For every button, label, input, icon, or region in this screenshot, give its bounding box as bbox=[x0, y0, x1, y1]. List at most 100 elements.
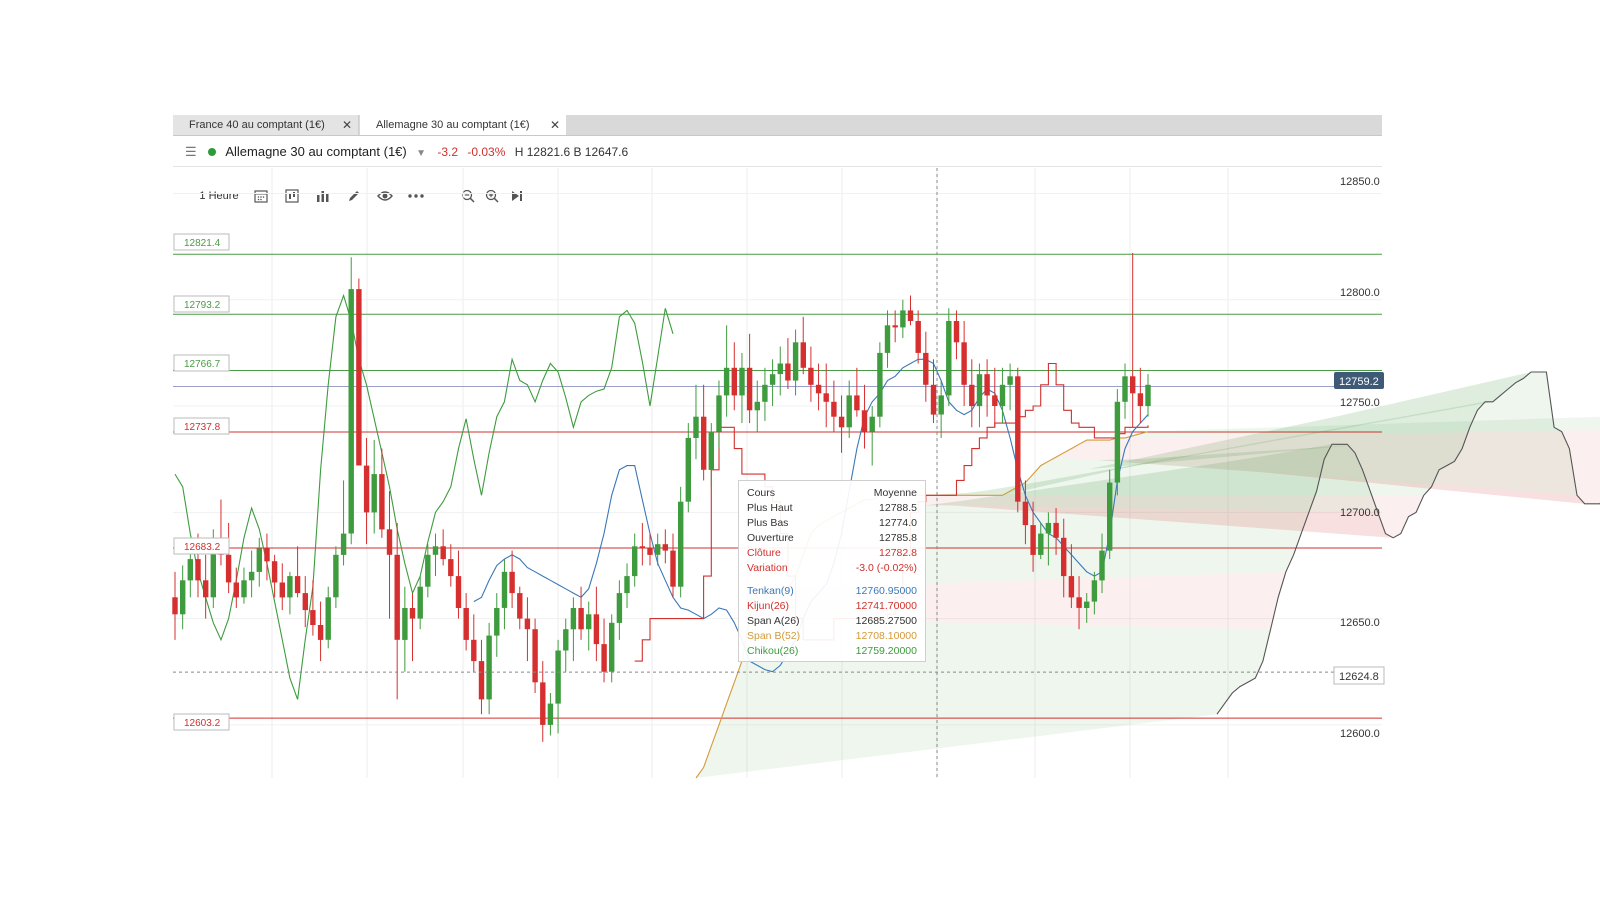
candle-up bbox=[693, 416, 699, 438]
candle-up bbox=[1099, 550, 1105, 581]
current-price-label: 12759.2 bbox=[1339, 376, 1379, 388]
price-chart[interactable]: 12850.0 12800.0 12750.0 12700.0 12650.0 … bbox=[0, 0, 1600, 900]
candle-down bbox=[1076, 597, 1082, 608]
candle-down bbox=[854, 395, 860, 411]
candle-down bbox=[448, 559, 454, 577]
candle-down bbox=[317, 625, 324, 640]
candle-down bbox=[701, 416, 707, 470]
candle-down bbox=[455, 576, 462, 608]
candle-down bbox=[409, 608, 416, 619]
candle-up bbox=[999, 384, 1006, 407]
candle-up bbox=[716, 395, 722, 432]
level-value: 12683.2 bbox=[184, 542, 221, 553]
candle-up bbox=[1091, 580, 1098, 602]
candle-up bbox=[1038, 533, 1044, 555]
candle-up bbox=[777, 363, 783, 375]
chart-application: France 40 au comptant (1€) ✕ Allemagne 3… bbox=[0, 0, 1600, 900]
price-tick: 12850.0 bbox=[1340, 176, 1380, 188]
price-tick: 12750.0 bbox=[1340, 397, 1380, 409]
tooltip-indicator: Span A(26) 12685.27500 bbox=[747, 614, 917, 629]
candle-down bbox=[953, 321, 960, 343]
candle-down bbox=[271, 561, 278, 583]
candle-up bbox=[976, 374, 983, 407]
candle-up bbox=[946, 321, 952, 396]
level-labels: 12821.4 12793.2 12766.7 12737.8 12683.2 … bbox=[173, 233, 230, 731]
candle-up bbox=[900, 310, 906, 328]
candle-down bbox=[509, 571, 515, 594]
indicator-value: 12685.27500 bbox=[855, 615, 917, 627]
price-tick: 12800.0 bbox=[1340, 287, 1380, 299]
candle-down bbox=[524, 618, 531, 630]
tooltip-row: Ouverture 12785.8 bbox=[747, 531, 917, 546]
candle-up bbox=[563, 629, 569, 651]
indicator-value: 12708.10000 bbox=[855, 630, 917, 642]
candle-up bbox=[884, 325, 891, 353]
candle-up bbox=[877, 352, 883, 417]
indicator-value: 12760.95000 bbox=[855, 585, 917, 597]
tooltip-row-label: Variation bbox=[747, 562, 788, 574]
candle-up bbox=[241, 580, 247, 598]
candle-up bbox=[685, 437, 691, 502]
candle-down bbox=[172, 597, 178, 615]
tooltip-row: Variation -3.0 (-0.02%) bbox=[747, 561, 917, 576]
level-tag: 12683.2 bbox=[173, 537, 230, 555]
candle-up bbox=[609, 622, 615, 672]
candle-up bbox=[655, 544, 661, 555]
candle-down bbox=[969, 384, 975, 407]
candle-up bbox=[754, 401, 760, 411]
candle-down bbox=[923, 352, 929, 385]
candle-down bbox=[264, 548, 270, 562]
indicator-label: Span A(26) bbox=[747, 615, 800, 627]
level-value: 12766.7 bbox=[184, 359, 221, 370]
tooltip-row: Clôture 12782.8 bbox=[747, 546, 917, 561]
candle-down bbox=[279, 582, 285, 598]
candle-down bbox=[1030, 525, 1036, 555]
candle-down bbox=[915, 321, 921, 353]
tooltip-row-value: 12788.5 bbox=[879, 502, 917, 514]
candle-down bbox=[1130, 376, 1136, 394]
candle-up bbox=[417, 586, 423, 619]
price-tick: 12700.0 bbox=[1340, 507, 1380, 519]
tooltip-row-value: -3.0 (-0.02%) bbox=[855, 562, 917, 574]
level-value: 12737.8 bbox=[184, 422, 221, 433]
current-price-tag: 12759.2 bbox=[1334, 372, 1384, 389]
candle-down bbox=[838, 416, 845, 428]
candle-up bbox=[402, 608, 408, 640]
candle-down bbox=[1022, 501, 1029, 526]
tooltip-row: Plus Haut 12788.5 bbox=[747, 501, 917, 516]
candle-down bbox=[992, 395, 998, 406]
candle-up bbox=[570, 608, 577, 630]
candle-down bbox=[746, 367, 753, 411]
candle-up bbox=[340, 533, 347, 555]
candle-down bbox=[540, 682, 546, 725]
candle-down bbox=[532, 629, 538, 683]
candle-down bbox=[440, 546, 446, 560]
candle-up bbox=[632, 546, 638, 577]
tooltip-row: Plus Bas 12774.0 bbox=[747, 516, 917, 531]
candle-up bbox=[723, 367, 730, 396]
candle-down bbox=[731, 367, 737, 396]
tooltip-header: Cours Moyenne bbox=[747, 486, 917, 501]
crosshair-price-label: 12624.8 bbox=[1339, 671, 1379, 683]
candle-down bbox=[1053, 522, 1059, 538]
candle-down bbox=[225, 554, 232, 583]
tooltip-row-label: Clôture bbox=[747, 547, 781, 559]
candle-up bbox=[938, 395, 944, 415]
tooltip-indicator: Tenkan(9) 12760.95000 bbox=[747, 584, 917, 599]
price-tick: 12650.0 bbox=[1340, 617, 1380, 629]
tooltip-row-value: 12782.8 bbox=[879, 547, 917, 559]
candle-down bbox=[647, 548, 653, 555]
tooltip-row-value: 12774.0 bbox=[879, 517, 917, 529]
tooltip-indicator: Chikou(26) 12759.20000 bbox=[747, 644, 917, 659]
candle-up bbox=[486, 635, 492, 700]
tooltip-header-right: Moyenne bbox=[873, 487, 917, 499]
tooltip-indicator: Kijun(26) 12741.70000 bbox=[747, 599, 917, 614]
indicator-label: Tenkan(9) bbox=[747, 585, 794, 597]
candle-up bbox=[325, 597, 331, 640]
level-tag: 12603.2 bbox=[173, 713, 230, 731]
indicator-value: 12759.20000 bbox=[855, 645, 917, 657]
tooltip-row-label: Ouverture bbox=[747, 532, 794, 544]
candle-up bbox=[371, 474, 377, 513]
candle-up bbox=[1007, 376, 1013, 385]
level-tag: 12821.4 bbox=[173, 233, 230, 251]
